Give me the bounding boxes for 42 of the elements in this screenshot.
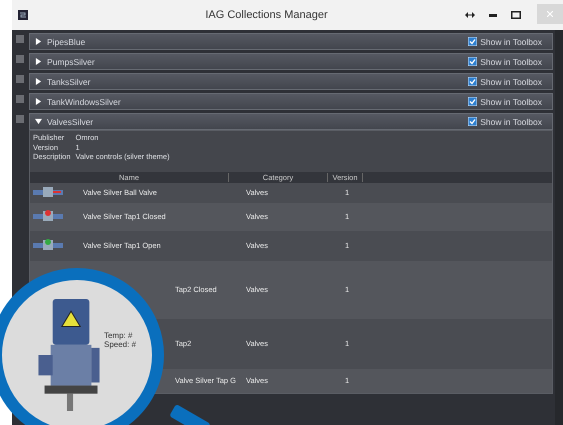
scrollbar[interactable] bbox=[555, 30, 563, 425]
row-handle[interactable] bbox=[16, 75, 24, 83]
collection-header[interactable]: ValvesSilver Show in Toolbox bbox=[29, 113, 553, 130]
close-icon bbox=[547, 11, 553, 17]
checkbox-label: Show in Toolbox bbox=[480, 116, 542, 126]
valve-thumbnail-icon bbox=[33, 208, 63, 222]
app-icon bbox=[18, 10, 28, 20]
checkbox[interactable] bbox=[468, 77, 478, 86]
collection-name: PipesBlue bbox=[47, 36, 86, 46]
expand-triangle-icon[interactable] bbox=[35, 38, 42, 45]
window-title: IAG Collections Manager bbox=[204, 9, 329, 21]
resize-arrows-icon[interactable] bbox=[465, 12, 475, 18]
collection-header[interactable]: PipesBlue Show in Toolbox bbox=[29, 33, 553, 50]
collection-header[interactable]: TankWindowsSilver Show in Toolbox bbox=[29, 93, 553, 110]
readout-label: Speed: # bbox=[104, 340, 136, 349]
checkbox-label: Show in Toolbox bbox=[480, 56, 542, 66]
collection-name: ValvesSilver bbox=[47, 116, 94, 126]
collection-header[interactable]: TanksSilver Show in Toolbox bbox=[29, 73, 553, 90]
checkbox[interactable] bbox=[468, 97, 478, 106]
checkbox[interactable] bbox=[468, 117, 478, 126]
checkbox[interactable] bbox=[468, 37, 478, 46]
checkbox-label: Show in Toolbox bbox=[480, 36, 542, 46]
checkbox-label: Show in Toolbox bbox=[480, 96, 542, 106]
collection-header[interactable]: PumpsSilver Show in Toolbox bbox=[29, 53, 553, 70]
row-handle[interactable] bbox=[16, 35, 24, 43]
expand-triangle-icon[interactable] bbox=[35, 78, 42, 85]
checkbox-label: Show in Toolbox bbox=[480, 76, 542, 86]
expand-triangle-icon[interactable] bbox=[35, 58, 42, 65]
collection-name: PumpsSilver bbox=[47, 56, 96, 66]
row-handle[interactable] bbox=[16, 95, 24, 103]
minimize-icon[interactable] bbox=[489, 14, 497, 16]
maximize-icon[interactable] bbox=[511, 11, 521, 19]
expand-triangle-icon[interactable] bbox=[35, 98, 42, 105]
row-handle[interactable] bbox=[16, 115, 24, 123]
readout-label: Temp: # bbox=[104, 331, 134, 340]
collection-name: TanksSilver bbox=[47, 76, 92, 86]
row-handle[interactable] bbox=[16, 55, 24, 63]
checkbox[interactable] bbox=[468, 57, 478, 66]
collection-name: TankWindowsSilver bbox=[47, 96, 122, 106]
valve-thumbnail-icon bbox=[33, 238, 63, 252]
collapse-triangle-icon[interactable] bbox=[35, 118, 42, 125]
valve-thumbnail-icon bbox=[33, 184, 63, 198]
